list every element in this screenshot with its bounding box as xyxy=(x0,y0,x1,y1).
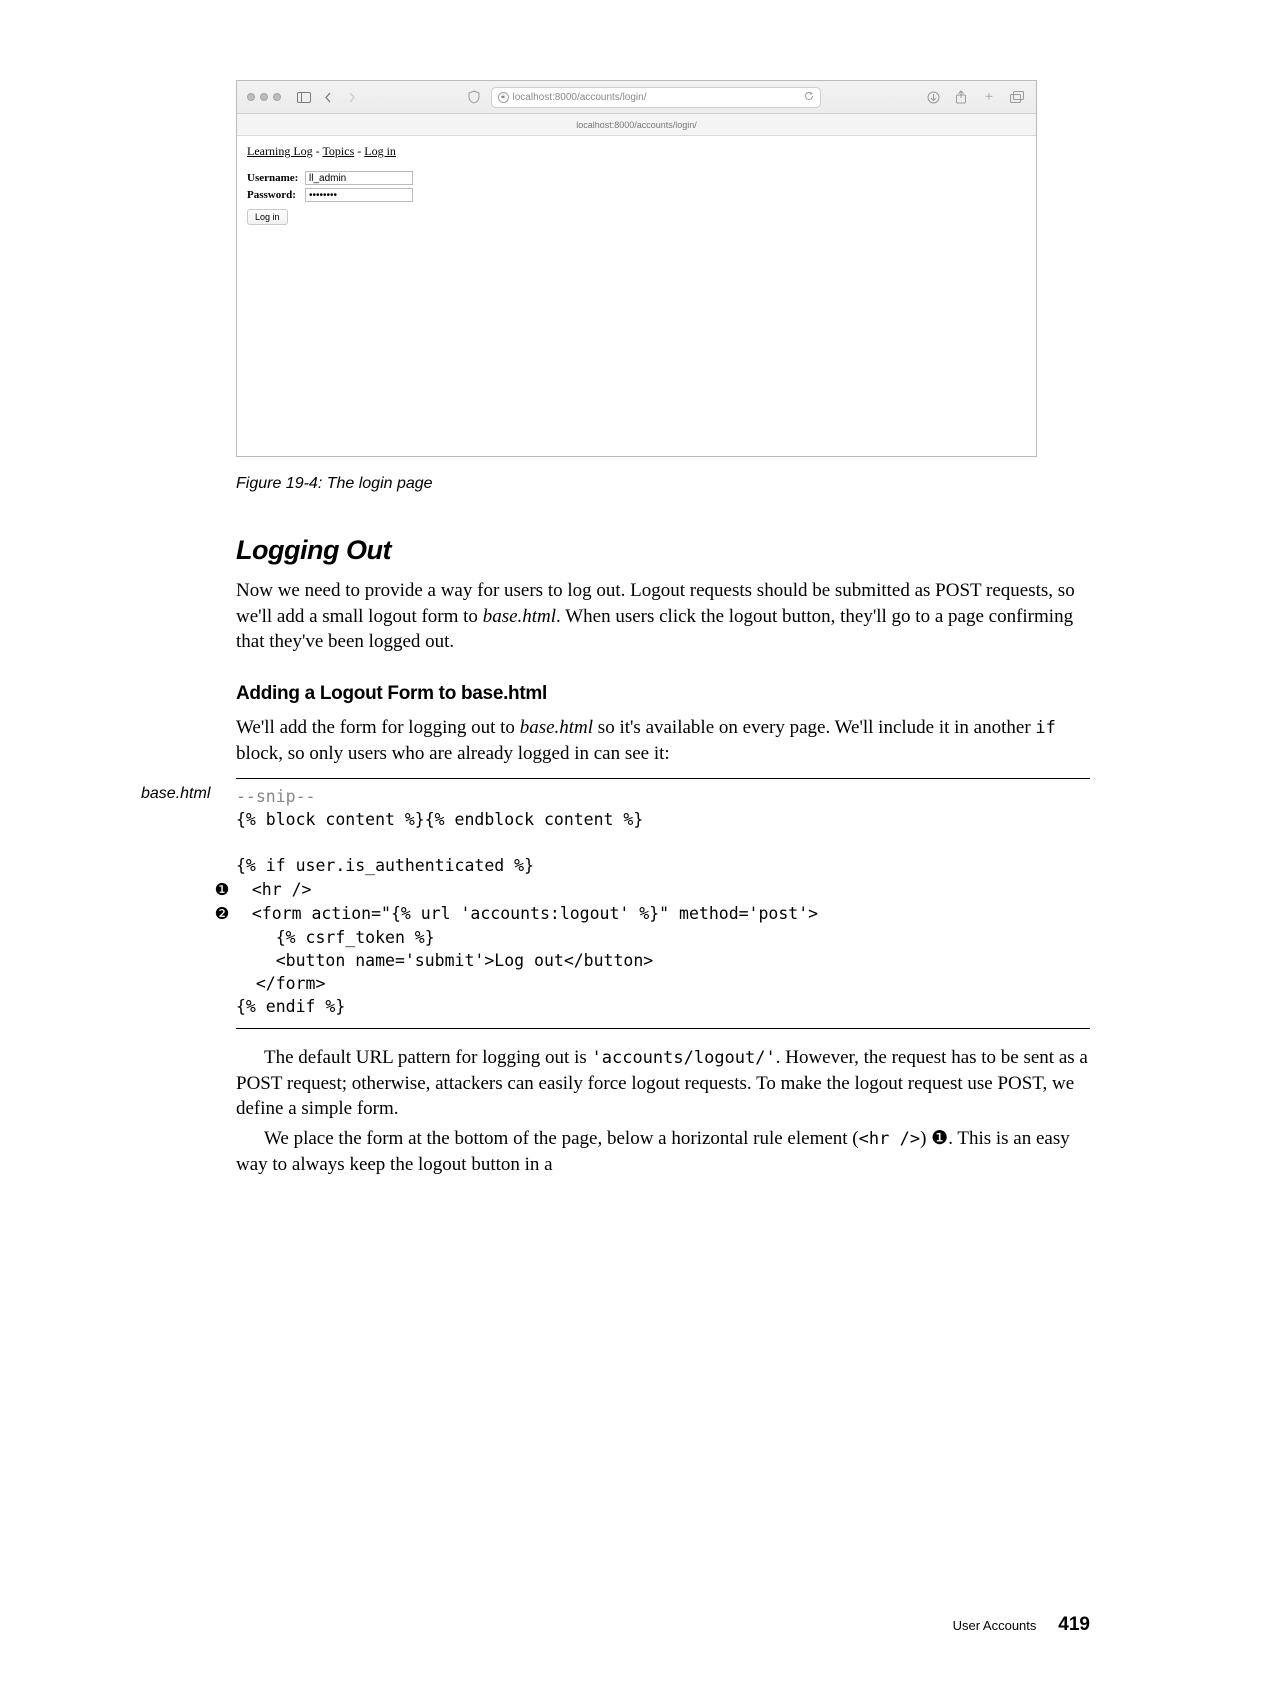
inline-code-logout-url: 'accounts/logout/' xyxy=(592,1048,776,1068)
footer-page-number: 419 xyxy=(1058,1614,1090,1635)
tabs-icon xyxy=(1008,88,1026,106)
plus-icon: + xyxy=(980,88,998,106)
password-label: Password: xyxy=(247,189,305,201)
share-icon xyxy=(952,88,970,106)
shield-icon xyxy=(465,88,483,106)
traffic-yellow-icon xyxy=(260,93,268,101)
paragraph-4: We place the form at the bottom of the p… xyxy=(236,1126,1090,1177)
download-icon xyxy=(924,88,942,106)
paragraph-2: We'll add the form for logging out to ba… xyxy=(236,715,1090,766)
page-content: Learning Log - Topics - Log in Username:… xyxy=(237,136,1036,233)
inline-code-hr: <hr /> xyxy=(859,1129,920,1149)
book-page: 🔒︎ localhost:8000/accounts/login/ + xyxy=(0,0,1280,1691)
tab-title: localhost:8000/accounts/login/ xyxy=(576,120,697,130)
nav-topics: Topics xyxy=(322,144,354,158)
traffic-green-icon xyxy=(273,93,281,101)
url-bar: 🔒︎ localhost:8000/accounts/login/ xyxy=(491,87,821,108)
bullet-ref-1: ❶ xyxy=(931,1128,948,1149)
site-nav: Learning Log - Topics - Log in xyxy=(247,144,1026,159)
code-listing: base.html --snip-- {% block content %}{%… xyxy=(236,778,1090,1029)
filename-basehtml: base.html xyxy=(483,606,556,627)
forward-icon xyxy=(343,88,361,106)
footer-chapter: User Accounts xyxy=(953,1618,1037,1633)
username-input xyxy=(305,171,413,185)
code-pre: --snip-- {% block content %}{% endblock … xyxy=(236,785,1090,1018)
subsection-adding-logout: Adding a Logout Form to base.html xyxy=(236,683,1090,705)
nav-login: Log in xyxy=(364,144,396,158)
section-heading-logging-out: Logging Out xyxy=(236,535,1090,566)
page-footer: User Accounts 419 xyxy=(953,1614,1090,1636)
window-traffic-lights xyxy=(247,93,281,101)
back-icon xyxy=(319,88,337,106)
url-text: localhost:8000/accounts/login/ xyxy=(513,92,647,103)
code-bullet-2: ❷ xyxy=(212,903,232,926)
paragraph-3: The default URL pattern for logging out … xyxy=(236,1045,1090,1122)
browser-tab: localhost:8000/accounts/login/ xyxy=(237,114,1036,136)
code-bullet-1: ❶ xyxy=(212,879,232,902)
sidebar-icon xyxy=(295,88,313,106)
inline-code-if: if xyxy=(1035,718,1055,738)
login-form: Username: Password: Log in xyxy=(247,171,1026,225)
password-input xyxy=(305,188,413,202)
filename-basehtml-2: base.html xyxy=(520,717,593,738)
browser-toolbar: 🔒︎ localhost:8000/accounts/login/ + xyxy=(237,81,1036,114)
site-info-icon: 🔒︎ xyxy=(498,92,509,103)
nav-learning-log: Learning Log xyxy=(247,144,313,158)
login-button: Log in xyxy=(247,209,288,225)
code-filename-label: base.html xyxy=(141,785,210,803)
username-label: Username: xyxy=(247,172,305,184)
reload-icon xyxy=(804,91,814,104)
paragraph-1: Now we need to provide a way for users t… xyxy=(236,578,1090,655)
traffic-red-icon xyxy=(247,93,255,101)
figure-caption: Figure 19-4: The login page xyxy=(236,475,1090,493)
browser-screenshot: 🔒︎ localhost:8000/accounts/login/ + xyxy=(236,80,1037,457)
